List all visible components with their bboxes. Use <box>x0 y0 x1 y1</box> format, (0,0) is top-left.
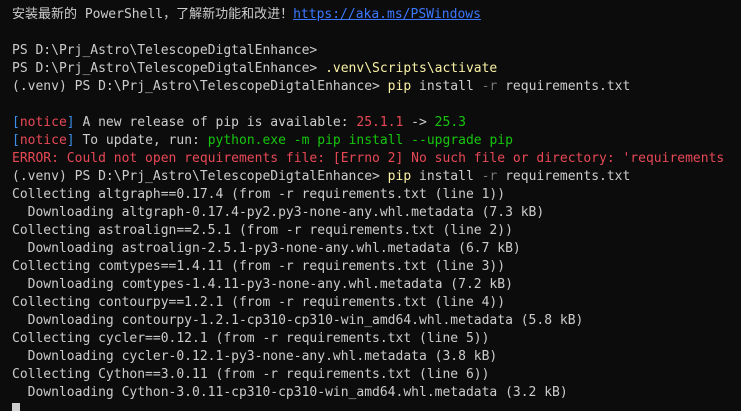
command-arg: install <box>411 169 474 184</box>
output-line: Collecting comtypes==1.4.11 (from -r req… <box>12 259 506 274</box>
banner-text: 安装最新的 PowerShell，了解新功能和改进！ <box>12 7 294 22</box>
output-line: Downloading contourpy-1.2.1-cp310-cp310-… <box>12 313 584 328</box>
command-text: .venv\Scripts\activate <box>317 61 498 76</box>
output-line: Downloading Cython-3.0.11-cp310-cp310-wi… <box>12 385 568 400</box>
old-version: 25.1.1 <box>356 115 404 130</box>
command-text: pip <box>379 169 412 184</box>
command-arg: install <box>411 79 474 94</box>
prompt-line-1: PS D:\Prj_Astro\TelescopeDigtalEnhance> <box>12 42 741 60</box>
terminal-window[interactable]: 安装最新的 PowerShell，了解新功能和改进！https://aka.ms… <box>0 0 741 411</box>
notice-tag: notice <box>19 133 67 148</box>
error-line: ERROR: Could not open requirements file:… <box>12 151 725 166</box>
prompt-line-3: (.venv) PS D:\Prj_Astro\TelescopeDigtalE… <box>12 78 741 96</box>
update-command: python.exe -m pip install --upgrade pip <box>207 133 513 148</box>
command-arg: requirements.txt <box>497 79 631 94</box>
notice-line-2: [notice] To update, run: python.exe -m p… <box>12 132 741 150</box>
output-line: Downloading comtypes-1.4.11-py3-none-any… <box>12 277 513 292</box>
output-line: Collecting altgraph==0.17.4 (from -r req… <box>12 187 506 202</box>
arrow-text: -> <box>403 115 435 130</box>
notice-text: A new release of pip is available: <box>74 115 357 130</box>
output-line: Collecting astroalign==2.5.1 (from -r re… <box>12 223 513 238</box>
output-line: Downloading astroalign-2.5.1-py3-none-an… <box>12 241 521 256</box>
terminal-cursor <box>12 403 20 411</box>
bracket: ] <box>66 115 75 130</box>
command-flag: -r <box>473 79 498 94</box>
output-line: Collecting Cython==3.0.11 (from -r requi… <box>12 367 490 382</box>
prompt-text: PS D:\Prj_Astro\TelescopeDigtalEnhance> <box>12 43 318 58</box>
output-line: Collecting cycler==0.12.1 (from -r requi… <box>12 331 490 346</box>
output-line: Downloading cycler-0.12.1-py3-none-any.w… <box>12 349 498 364</box>
notice-line-1: [notice] A new release of pip is availab… <box>12 114 741 132</box>
prompt-text: PS D:\Prj_Astro\TelescopeDigtalEnhance> <box>12 61 318 76</box>
pswindows-link[interactable]: https://aka.ms/PSWindows <box>293 7 481 22</box>
bracket: [ <box>12 133 20 148</box>
command-text: pip <box>379 79 412 94</box>
command-arg: requirements.txt <box>497 169 631 184</box>
notice-tag: notice <box>19 115 67 130</box>
prompt-text: (.venv) PS D:\Prj_Astro\TelescopeDigtalE… <box>12 169 380 184</box>
new-version: 25.3 <box>434 115 466 130</box>
bracket: [ <box>12 115 20 130</box>
command-flag: -r <box>473 169 498 184</box>
bracket: ] <box>66 133 75 148</box>
prompt-text: (.venv) PS D:\Prj_Astro\TelescopeDigtalE… <box>12 79 380 94</box>
prompt-line-2: PS D:\Prj_Astro\TelescopeDigtalEnhance> … <box>12 60 741 78</box>
notice-text: To update, run: <box>74 133 208 148</box>
prompt-line-4: (.venv) PS D:\Prj_Astro\TelescopeDigtalE… <box>12 168 741 186</box>
output-line: Collecting contourpy==1.2.1 (from -r req… <box>12 295 506 310</box>
output-line: Downloading altgraph-0.17.4-py2.py3-none… <box>12 205 545 220</box>
banner-line: 安装最新的 PowerShell，了解新功能和改进！https://aka.ms… <box>12 6 741 24</box>
